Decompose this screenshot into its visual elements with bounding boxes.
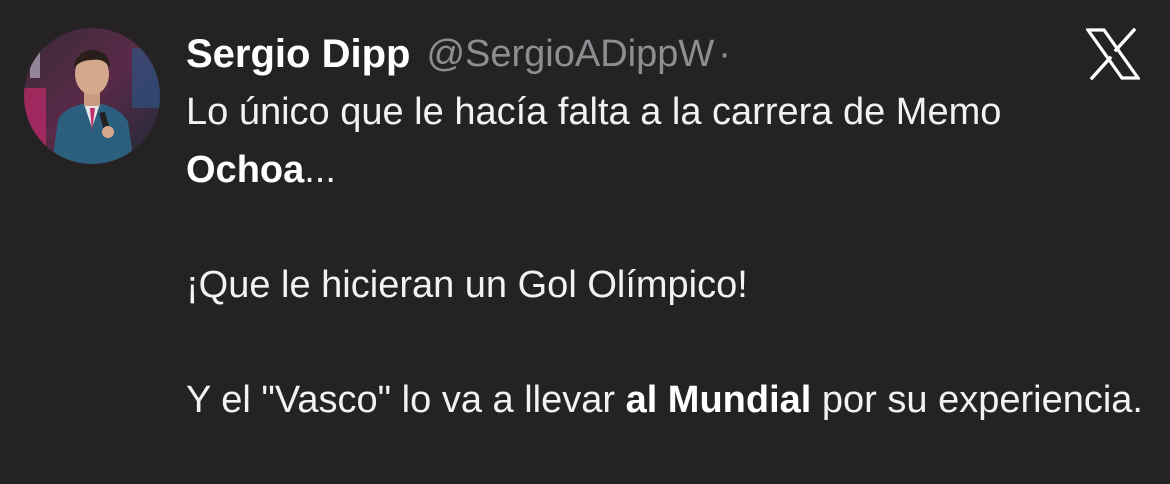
paragraph-text: ...	[304, 148, 336, 191]
tweet-paragraph-3: Y el "Vasco" lo va a llevar al Mundial p…	[186, 372, 1156, 430]
tweet-header: Sergio Dipp @SergioADippW ·	[186, 26, 731, 82]
paragraph-text: Lo único que le hacía falta a la carrera…	[186, 91, 1002, 133]
author-name[interactable]: Sergio Dipp	[186, 32, 410, 77]
paragraph-text: Y el "Vasco" lo va a llevar	[186, 378, 626, 421]
separator-dot: ·	[718, 32, 731, 75]
tweet-paragraph-1: Lo único que le hacía falta a la carrera…	[186, 84, 1156, 199]
bold-text: al Mundial	[625, 378, 812, 421]
tweet-paragraph-2: ¡Que le hicieran un Gol Olímpico!	[186, 263, 748, 306]
avatar-photo	[24, 28, 160, 164]
x-logo-icon[interactable]	[1084, 27, 1142, 81]
tweet-text: Lo único que le hacía falta a la carrera…	[186, 84, 1156, 429]
paragraph-text: por su experiencia.	[811, 378, 1143, 421]
author-handle[interactable]: @SergioADippW	[426, 33, 714, 76]
bold-text: Ochoa	[186, 148, 305, 191]
avatar[interactable]	[24, 28, 160, 164]
